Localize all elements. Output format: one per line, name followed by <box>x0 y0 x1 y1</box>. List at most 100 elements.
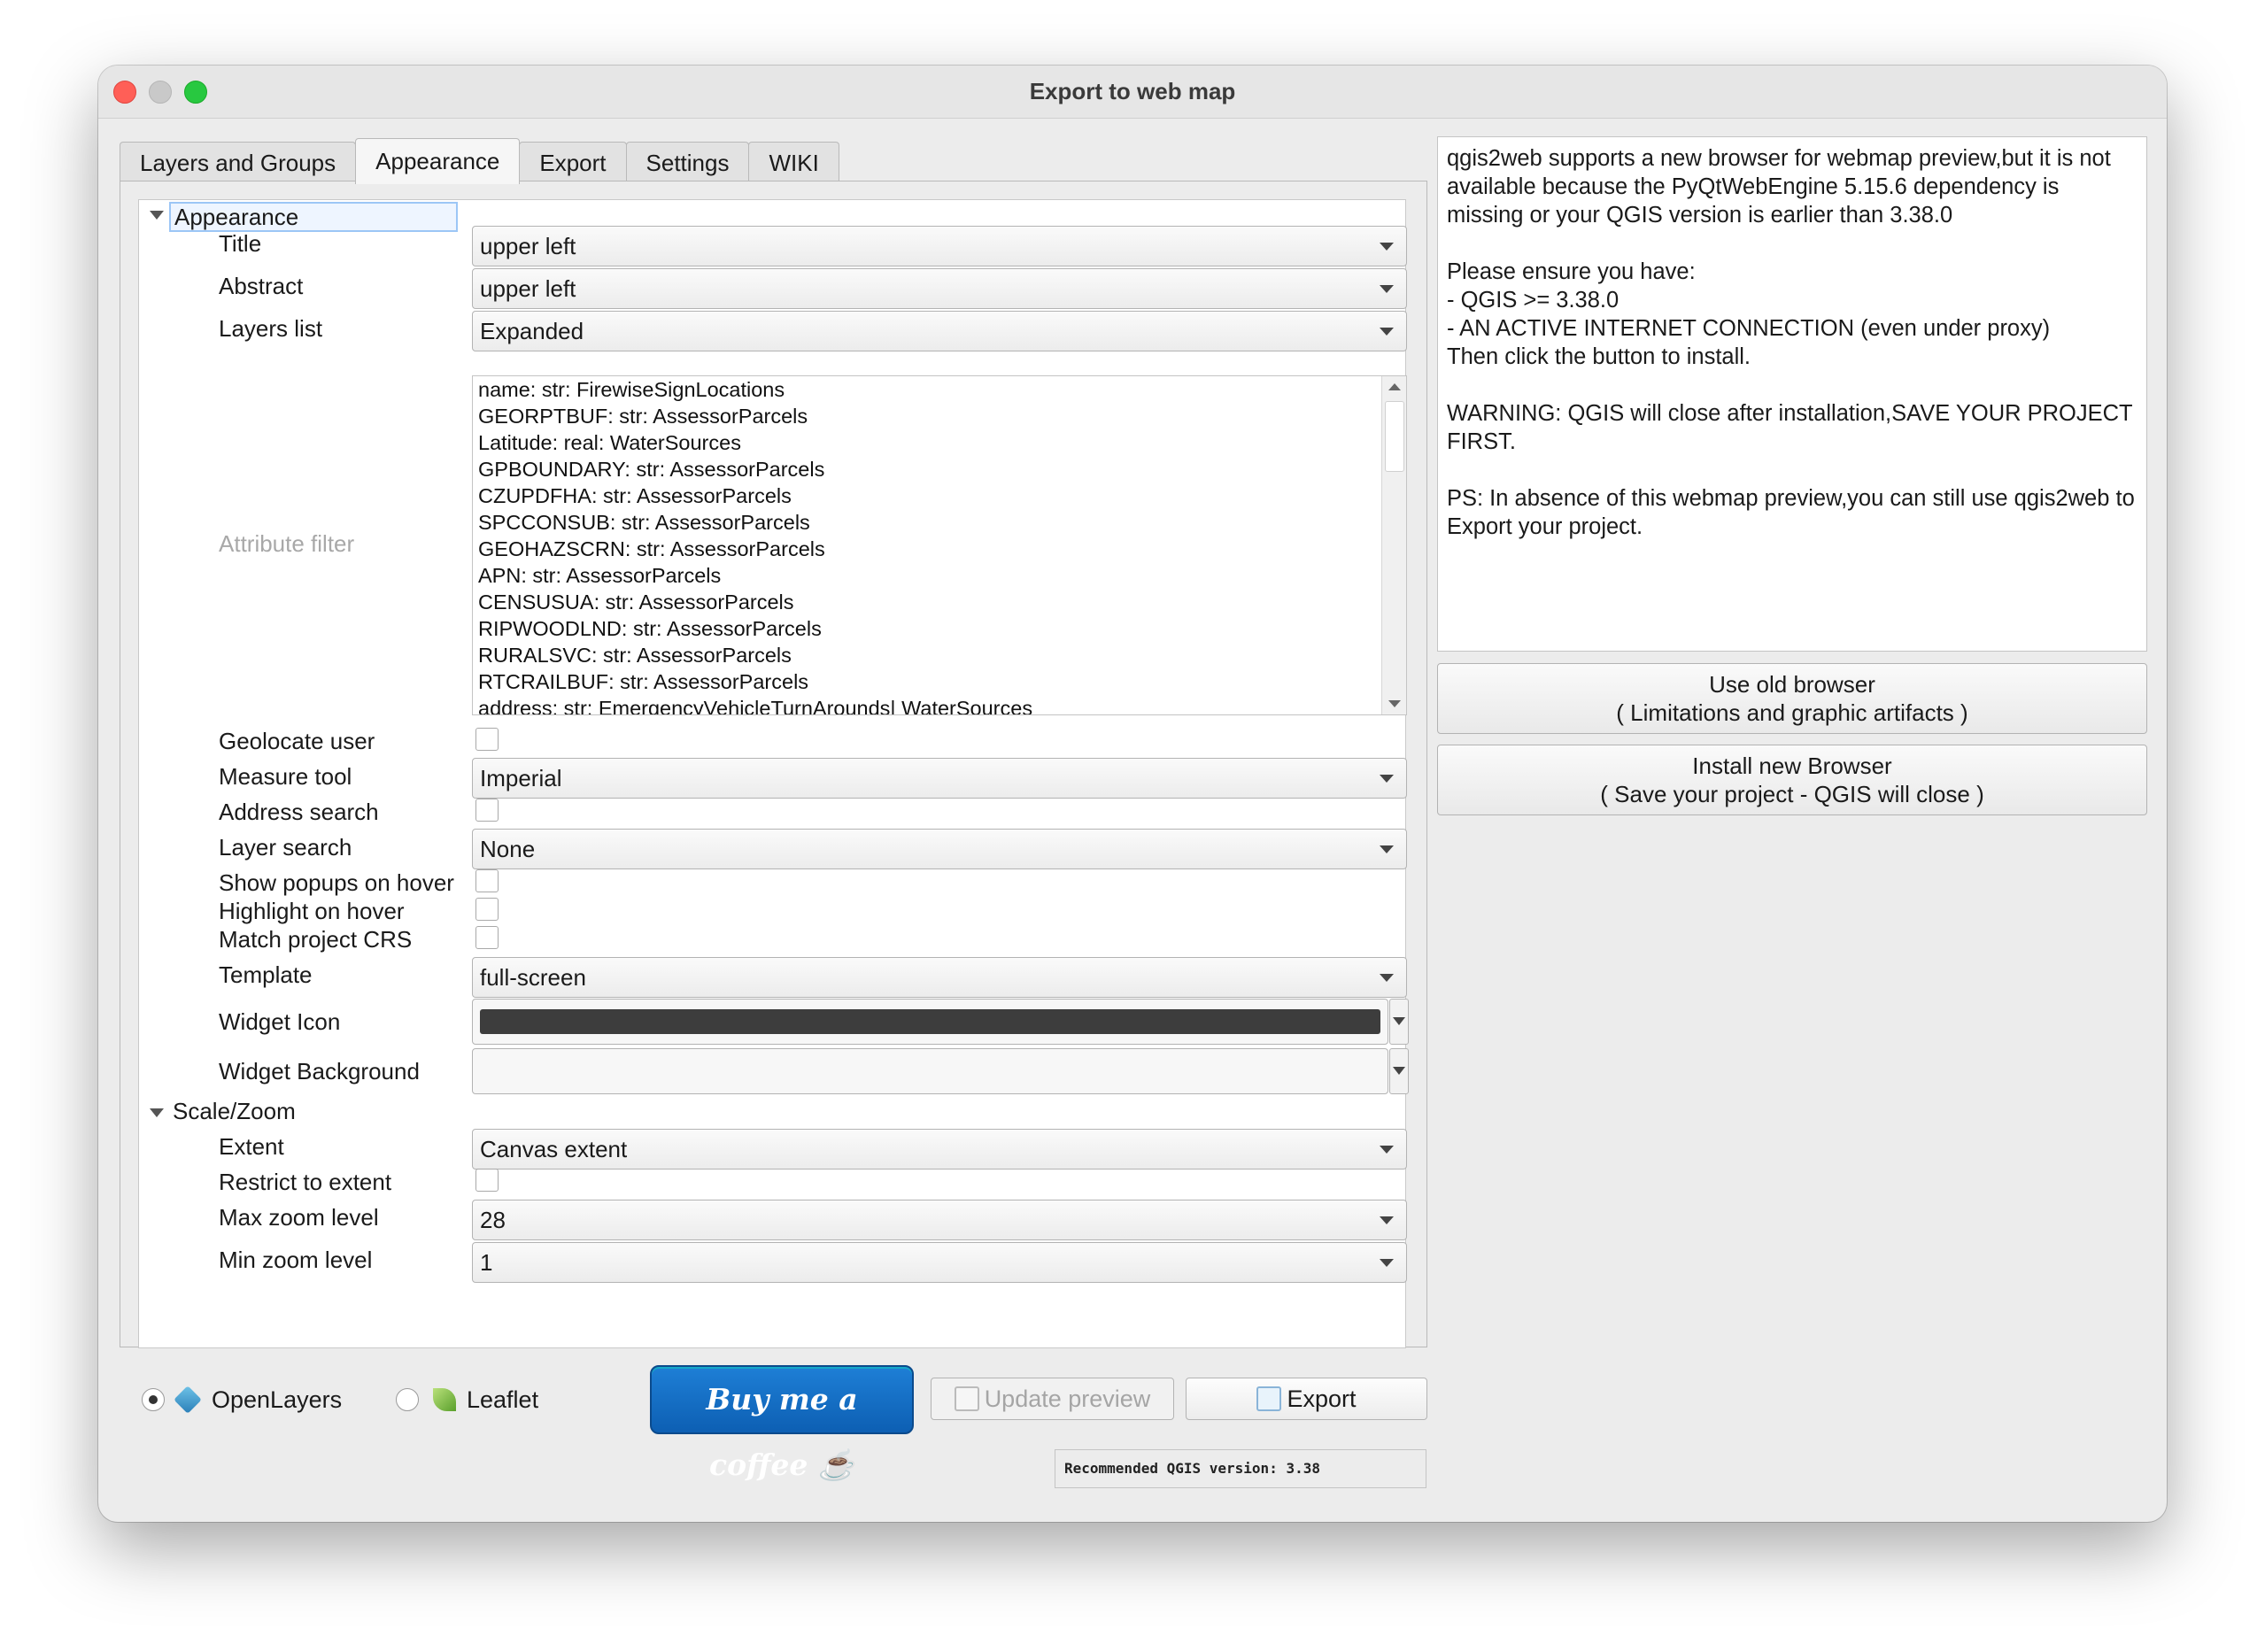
min-zoom-value: 1 <box>480 1249 493 1276</box>
template-value: full-screen <box>480 964 586 991</box>
attribute-filter-list[interactable]: name: str: FirewiseSignLocations GEORPTB… <box>472 375 1407 715</box>
openlayers-radio[interactable] <box>142 1388 165 1411</box>
chevron-down-icon <box>1380 285 1394 293</box>
popups-hover-label: Show popups on hover <box>219 869 454 896</box>
template-select[interactable]: full-screen <box>472 957 1407 998</box>
widget-background-swatch <box>480 1059 1380 1084</box>
tab-wiki[interactable]: WIKI <box>748 142 839 184</box>
widget-icon-label: Widget Icon <box>219 1008 341 1035</box>
widget-background-color-button[interactable] <box>472 1048 1388 1094</box>
tab-layers-and-groups[interactable]: Layers and Groups <box>120 142 357 184</box>
widget-icon-swatch <box>480 1009 1380 1034</box>
install-browser-note: ( Save your project - QGIS will close ) <box>1600 781 1984 807</box>
update-preview-button[interactable]: Update preview <box>931 1378 1174 1420</box>
list-item[interactable]: GEORPTBUF: str: AssessorParcels <box>473 403 1406 429</box>
list-item[interactable]: RIPWOODLND: str: AssessorParcels <box>473 615 1406 642</box>
layer-search-value: None <box>480 836 536 862</box>
scrollbar-thumb[interactable] <box>1385 401 1404 472</box>
widget-icon-color-dropdown[interactable] <box>1389 999 1409 1045</box>
list-item[interactable]: RTCRAILBUF: str: AssessorParcels <box>473 668 1406 695</box>
buy-me-a-coffee-button[interactable]: Buy me a coffee ☕ <box>650 1365 914 1482</box>
title-label: Title <box>219 230 262 257</box>
chevron-down-icon <box>1380 1216 1394 1224</box>
widget-background-color-dropdown[interactable] <box>1389 1048 1409 1094</box>
list-item[interactable]: RURALSVC: str: AssessorParcels <box>473 642 1406 668</box>
match-crs-checkbox[interactable] <box>475 926 499 949</box>
widget-background-label: Widget Background <box>219 1058 420 1085</box>
extent-value: Canvas extent <box>480 1136 628 1162</box>
leaflet-icon <box>433 1388 456 1411</box>
tab-appearance[interactable]: Appearance <box>355 138 521 184</box>
title-position-select[interactable]: upper left <box>472 226 1407 266</box>
preview-icon <box>954 1386 979 1411</box>
match-crs-label: Match project CRS <box>219 926 413 953</box>
address-search-label: Address search <box>219 799 379 825</box>
abstract-position-select[interactable]: upper left <box>472 268 1407 309</box>
measure-tool-select[interactable]: Imperial <box>472 758 1407 799</box>
min-zoom-select[interactable]: 1 <box>472 1242 1407 1283</box>
attribute-list-scrollbar[interactable] <box>1381 376 1406 714</box>
highlight-hover-label: Highlight on hover <box>219 898 405 924</box>
popups-hover-checkbox[interactable] <box>475 869 499 892</box>
tab-settings[interactable]: Settings <box>625 142 750 184</box>
layer-search-select[interactable]: None <box>472 829 1407 869</box>
scroll-down-icon[interactable] <box>1388 700 1401 707</box>
max-zoom-select[interactable]: 28 <box>472 1200 1407 1240</box>
export-button[interactable]: Export <box>1186 1378 1427 1420</box>
appearance-panel: Appearance Title upper left Abstract upp… <box>120 181 1427 1348</box>
tab-bar: Layers and Groups Appearance Export Sett… <box>120 138 839 184</box>
geolocate-checkbox[interactable] <box>475 728 499 751</box>
highlight-hover-checkbox[interactable] <box>475 898 499 921</box>
appearance-section-header[interactable]: Appearance <box>169 202 458 232</box>
widget-icon-color-button[interactable] <box>472 999 1388 1045</box>
install-new-browser-button[interactable]: Install new Browser ( Save your project … <box>1437 745 2147 815</box>
restrict-extent-checkbox[interactable] <box>475 1169 499 1192</box>
layers-list-select[interactable]: Expanded <box>472 311 1407 351</box>
extent-label: Extent <box>219 1133 284 1160</box>
attribute-filter-label: Attribute filter <box>219 530 355 557</box>
list-item[interactable]: SPCCONSUB: str: AssessorParcels <box>473 509 1406 536</box>
collapse-arrow-icon[interactable] <box>150 211 164 220</box>
install-browser-label: Install new Browser <box>1692 753 1892 779</box>
layers-list-label: Layers list <box>219 315 323 342</box>
address-search-checkbox[interactable] <box>475 799 499 822</box>
list-item[interactable]: name: str: FirewiseSignLocations <box>473 376 1406 403</box>
abstract-label: Abstract <box>219 273 304 299</box>
scale-zoom-section-header[interactable]: Scale/Zoom <box>173 1098 296 1125</box>
chevron-down-icon <box>1380 243 1394 251</box>
export-icon <box>1256 1386 1282 1411</box>
tab-export[interactable]: Export <box>519 142 627 184</box>
list-item[interactable]: CZUPDFHA: str: AssessorParcels <box>473 482 1406 509</box>
scroll-up-icon[interactable] <box>1388 383 1401 390</box>
list-item[interactable]: CENSUSUA: str: AssessorParcels <box>473 589 1406 615</box>
list-item[interactable]: GEOHAZSCRN: str: AssessorParcels <box>473 536 1406 562</box>
leaflet-label[interactable]: Leaflet <box>467 1386 538 1414</box>
extent-select[interactable]: Canvas extent <box>472 1129 1407 1170</box>
export-label: Export <box>1287 1386 1357 1412</box>
chevron-down-icon <box>1393 1017 1405 1025</box>
max-zoom-value: 28 <box>480 1207 506 1233</box>
chevron-down-icon <box>1393 1067 1405 1075</box>
chevron-down-icon <box>1380 845 1394 853</box>
openlayers-icon <box>174 1386 202 1414</box>
old-browser-note: ( Limitations and graphic artifacts ) <box>1616 699 1968 726</box>
restrict-extent-label: Restrict to extent <box>219 1169 392 1195</box>
abstract-position-value: upper left <box>480 275 576 302</box>
chevron-down-icon <box>1380 775 1394 783</box>
settings-tree: Appearance Title upper left Abstract upp… <box>138 199 1409 1348</box>
preview-info-panel: qgis2web supports a new browser for webm… <box>1437 136 2147 652</box>
title-bar: Export to web map <box>98 66 2167 119</box>
measure-tool-value: Imperial <box>480 765 562 791</box>
list-item[interactable]: APN: str: AssessorParcels <box>473 562 1406 589</box>
min-zoom-label: Min zoom level <box>219 1247 373 1273</box>
list-item[interactable]: address: str: EmergencyVehicleTurnAround… <box>473 695 1406 714</box>
geolocate-label: Geolocate user <box>219 728 375 754</box>
chevron-down-icon <box>1380 1146 1394 1154</box>
preview-info-text: qgis2web supports a new browser for webm… <box>1447 146 2135 539</box>
use-old-browser-button[interactable]: Use old browser ( Limitations and graphi… <box>1437 663 2147 734</box>
leaflet-radio[interactable] <box>396 1388 419 1411</box>
list-item[interactable]: Latitude: real: WaterSources <box>473 429 1406 456</box>
collapse-arrow-icon[interactable] <box>150 1108 164 1117</box>
list-item[interactable]: GPBOUNDARY: str: AssessorParcels <box>473 456 1406 482</box>
openlayers-label[interactable]: OpenLayers <box>212 1386 342 1414</box>
